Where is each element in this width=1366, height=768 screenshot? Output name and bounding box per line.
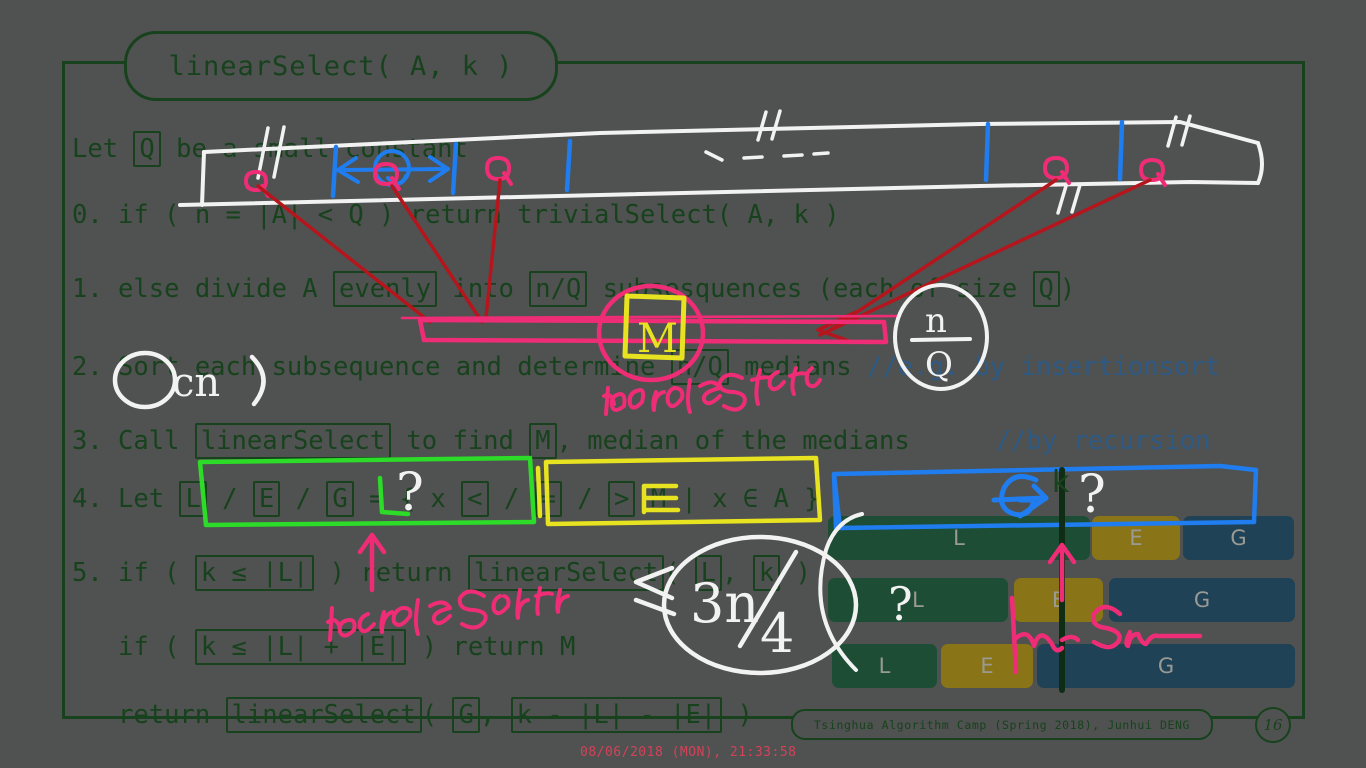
timestamp: 08/06/2018 (MON), 21:33:58 [580,745,797,760]
line7-box-expr: k - |L| - |E| [510,697,723,733]
line1-g: ) [1059,274,1076,304]
line5-a: 5. if ( [72,558,195,588]
line5-box-linearselect: linearSelect [467,555,665,591]
line-let-box-q: Q [133,131,161,167]
line4-box-gt: > [607,481,636,517]
line2-a: 2. Sort each subsequence and determine [72,352,671,382]
line5-i: ) [780,558,811,588]
line1-box-q: Q [1032,271,1060,307]
line5-c: ) return [314,558,468,588]
line4-box-g: G [326,481,354,517]
line1-a: 1. else divide A [72,274,333,304]
line2-box-nq: n/Q [670,349,729,385]
code-line-1: 1. else divide A evenly into n/Q subsesq… [72,252,1075,326]
line1-e: subsesquences (each of size [587,274,1033,304]
code-line-6: if ( k ≤ |L| + |E| ) return M [72,610,575,684]
line5-box-l: L [694,555,723,591]
line7-e: , [479,700,511,730]
line1-box-evenly: evenly [333,271,438,307]
line7-a: return [72,700,226,730]
line4-c: / [206,484,253,514]
bar-row-3-segment-l: L [832,644,937,688]
code-line-7: return linearSelect( G, k - |L| - |E| ) [72,678,753,752]
code-line-let: Let Q be a small constant [72,112,468,186]
line7-c: ( [421,700,453,730]
code-line-5: 5. if ( k ≤ |L| ) return linearSelect( L… [72,536,811,610]
line5-e: ( [664,558,695,588]
bar-row-1-segment-g: G [1183,516,1294,560]
page-number: 16 [1255,707,1291,743]
line4-box-l: L [179,481,207,517]
line7-box-g: G [452,697,480,733]
line4-e: / [280,484,327,514]
bar-row-3-segment-g: G [1037,644,1295,688]
line4-box-e: E [252,481,281,517]
page-title: linearSelect( A, k ) [124,31,558,101]
code-line-2: 2. Sort each subsequence and determine n… [72,330,1220,404]
bar-row-2-segment-e: E [1014,578,1103,622]
line4-g: = { x [353,484,462,514]
line-let-pre: Let [72,134,134,164]
line4-m: M | x ∈ A } [635,484,820,514]
line6-a: if ( [72,632,195,662]
line2-comment: //e.g. by insertionsort [866,352,1221,382]
line3-a: 3. Call [72,426,195,456]
line3-box-linearselect: linearSelect [194,423,392,459]
line3-e: , median of the medians [556,426,910,456]
code-line-4: 4. Let L / E / G = { x < / = / > M | x ∈… [72,462,820,536]
line7-g: ) [722,700,753,730]
bar-row-2-segment-l: L [828,578,1008,622]
line3-comment: //by recursion [995,426,1211,456]
bar-row-3-segment-e: E [941,644,1033,688]
line6-c: ) return M [406,632,576,662]
line6-box-cond: k ≤ |L| + |E| [194,629,407,665]
line4-k: / [561,484,608,514]
bar-row-1-segment-l: L [828,516,1090,560]
line3-box-m: M [529,423,557,459]
code-line-0: 0. if ( n = |A| < Q ) return trivialSele… [72,200,840,230]
line5-box-k: k [752,555,781,591]
bar-row-1-segment-e: E [1092,516,1180,560]
line3-c: to find [391,426,530,456]
line5-g: , [722,558,753,588]
line2-c: medians [728,352,867,382]
line4-box-lt: < [461,481,489,517]
line1-c: into [437,274,530,304]
line4-a: 4. Let [72,484,180,514]
line5-box-cond: k ≤ |L| [194,555,315,591]
slide-canvas: linearSelect( A, k ) Let Q be a small co… [0,0,1366,768]
line7-box-linearselect: linearSelect [225,697,422,733]
line1-box-nq: n/Q [529,271,588,307]
bar-row-2-segment-g: G [1109,578,1295,622]
line4-i: / [488,484,535,514]
footer-pill: Tsinghua Algorithm Camp (Spring 2018), J… [791,709,1213,740]
line-let-post: be a small constant [160,134,468,164]
line4-box-eq: = [534,481,562,517]
